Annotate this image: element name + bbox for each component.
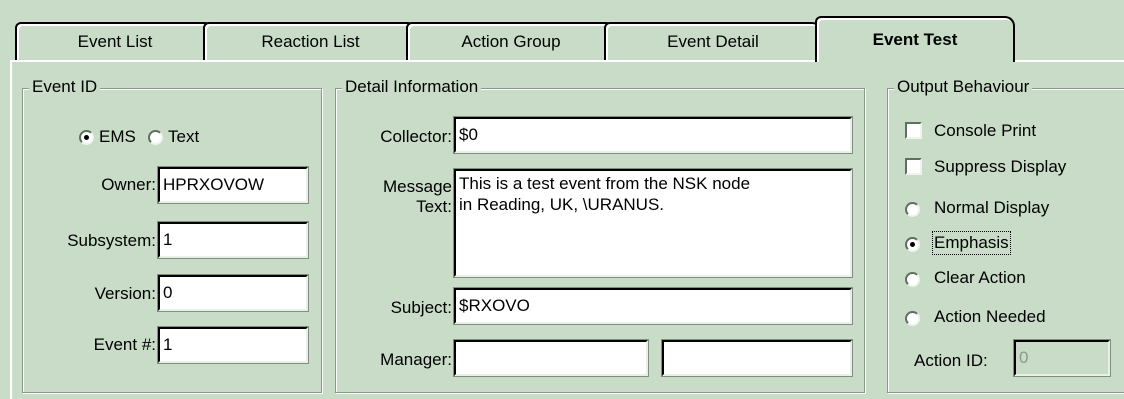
normal-display-radio[interactable] — [905, 202, 920, 217]
owner-label: Owner: — [101, 175, 156, 194]
tab-strip-edge — [10, 60, 815, 62]
manager-field-1[interactable] — [453, 339, 649, 377]
normal-display-label: Normal Display — [934, 198, 1050, 217]
text-radio[interactable] — [148, 130, 163, 145]
tab-label: Event Test — [872, 30, 958, 49]
output-behaviour-group: Output Behaviour Console Print Suppress … — [887, 77, 1124, 393]
emphasis-label: Emphasis — [932, 231, 1011, 255]
tab-action-group[interactable]: Action Group — [406, 22, 616, 60]
tab-event-test[interactable]: Event Test — [815, 16, 1015, 62]
subsystem-label: Subsystem: — [67, 231, 156, 250]
action-id-label: Action ID: — [914, 351, 988, 370]
output-behaviour-title: Output Behaviour — [894, 77, 1033, 97]
console-print-label: Console Print — [934, 121, 1037, 140]
collector-field[interactable]: $0 — [453, 116, 853, 154]
tab-event-detail[interactable]: Event Detail — [604, 22, 822, 60]
ems-radio[interactable] — [79, 130, 94, 145]
clear-action-radio[interactable] — [905, 272, 920, 287]
manager-label: Manager: — [380, 350, 452, 369]
clear-action-label: Clear Action — [934, 268, 1026, 287]
tab-label: Reaction List — [261, 32, 360, 51]
event-number-field[interactable]: 1 — [157, 326, 309, 364]
manager-field-2[interactable] — [661, 339, 853, 377]
panel-edge — [10, 62, 12, 399]
detail-information-group: Detail Information Collector: $0 Message… — [335, 77, 865, 393]
console-print-checkbox[interactable] — [905, 122, 922, 139]
message-label-line1: Message — [383, 177, 452, 196]
message-text-label: Message — [383, 177, 452, 197]
suppress-display-checkbox[interactable] — [905, 158, 922, 175]
event-id-title: Event ID — [29, 77, 101, 97]
version-field[interactable]: 0 — [157, 274, 309, 312]
message-text-label-line2: Text: — [416, 197, 452, 216]
tab-strip-edge — [1015, 60, 1124, 62]
action-id-field[interactable]: 0 — [1013, 339, 1111, 377]
tab-label: Event List — [77, 32, 153, 51]
tab-label: Event Detail — [667, 32, 759, 51]
action-needed-label: Action Needed — [934, 307, 1046, 326]
detail-information-title: Detail Information — [342, 77, 482, 97]
subject-label: Subject: — [390, 298, 452, 317]
tab-event-list[interactable]: Event List — [15, 22, 215, 60]
suppress-display-label: Suppress Display — [934, 157, 1067, 176]
ems-radio-label: EMS — [99, 127, 136, 146]
version-label: Version: — [94, 284, 156, 303]
action-needed-radio[interactable] — [905, 311, 920, 326]
event-number-label: Event #: — [93, 335, 156, 354]
collector-label: Collector: — [380, 127, 452, 146]
message-text-field[interactable]: This is a test event from the NSK node i… — [453, 168, 853, 278]
tab-reaction-list[interactable]: Reaction List — [203, 22, 418, 60]
emphasis-radio[interactable] — [905, 237, 920, 252]
subject-field[interactable]: $RXOVO — [453, 287, 853, 325]
subsystem-field[interactable]: 1 — [157, 221, 309, 259]
text-radio-label: Text — [168, 127, 200, 146]
owner-field[interactable]: HPRXOVOW — [157, 166, 309, 204]
tab-label: Action Group — [461, 32, 561, 51]
event-id-group: Event ID EMS Text Owner: HPRXOVOW Subsys… — [22, 77, 322, 393]
